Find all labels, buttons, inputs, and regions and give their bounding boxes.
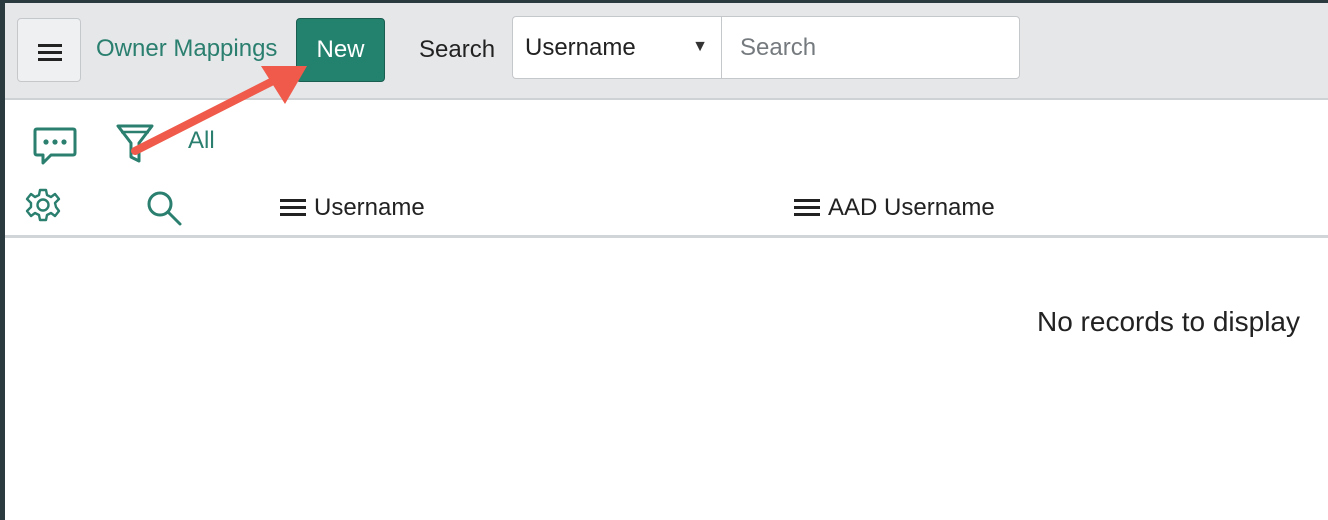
annotation-arrow-icon [131, 66, 307, 155]
empty-state-message: No records to display [1036, 306, 1300, 337]
search-label: Search [419, 36, 496, 63]
column-header-aad-username[interactable]: AAD Username [794, 194, 995, 222]
column-header-label: Username [314, 194, 425, 221]
context-menu-button[interactable] [17, 18, 81, 82]
search-field-value: Username [525, 34, 636, 61]
chat-bubble-icon[interactable] [33, 126, 77, 166]
search-input[interactable] [721, 16, 1020, 79]
app-frame: Owner Mappings New Search Username ▼ All… [5, 3, 1328, 520]
search-field-select[interactable]: Username ▼ [512, 16, 722, 79]
column-header-username[interactable]: Username [280, 194, 425, 222]
dropdown-caret-icon: ▼ [692, 38, 708, 55]
column-header-label: AAD Username [828, 194, 995, 221]
search-icon[interactable] [145, 189, 183, 227]
column-menu-icon[interactable] [794, 199, 820, 217]
list-divider [5, 235, 1328, 238]
column-menu-icon[interactable] [280, 199, 306, 217]
gear-icon[interactable] [25, 187, 61, 223]
